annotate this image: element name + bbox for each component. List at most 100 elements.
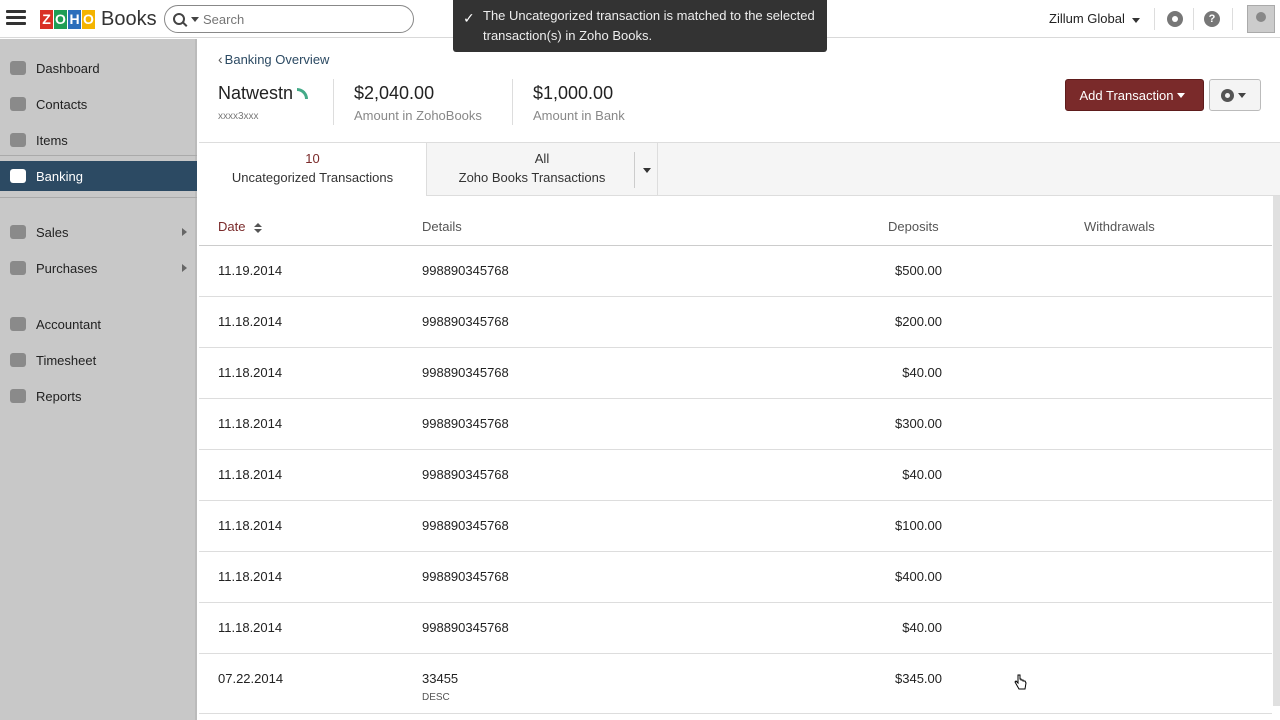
account-name: Natwestn: [218, 83, 309, 104]
amount-in-bank: $1,000.00: [533, 83, 614, 103]
account-number: xxxx3xxx: [218, 111, 259, 122]
organization-switcher[interactable]: Zillum Global: [1049, 11, 1144, 26]
column-header-details: Details: [422, 219, 462, 234]
amount-in-books-label: Amount in ZohoBooks: [354, 108, 482, 123]
amount-in-books: $2,040.00: [354, 83, 435, 103]
sidebar-item-label: Sales: [36, 224, 69, 240]
sidebar-item-accountant[interactable]: Accountant: [0, 309, 197, 339]
table-row[interactable]: 11.19.2014 998890345768 $500.00: [199, 246, 1272, 297]
sidebar-item-timesheet[interactable]: Timesheet: [0, 345, 197, 375]
logo-letter: O: [82, 9, 95, 29]
contacts-icon: [10, 97, 26, 111]
sidebar-item-banking[interactable]: Banking: [0, 161, 197, 191]
column-header-date[interactable]: Date: [218, 219, 263, 234]
table-body: 11.19.2014 998890345768 $500.00 11.18.2014 9…: [199, 246, 1272, 714]
tab-uncategorized[interactable]: 10 Uncategorized Transactions: [199, 143, 427, 196]
vertical-scrollbar[interactable]: [1273, 196, 1280, 706]
organization-name: Zillum Global: [1049, 11, 1125, 26]
cell-deposit: $100.00: [895, 518, 942, 533]
table-row[interactable]: 11.18.2014 998890345768 $40.00: [199, 603, 1272, 654]
header-divider: [512, 79, 513, 125]
logo-letter: H: [68, 9, 81, 29]
items-icon: [10, 133, 26, 147]
table-row[interactable]: 11.18.2014 998890345768 $40.00: [199, 348, 1272, 399]
account-settings-button[interactable]: [1209, 79, 1261, 111]
cell-date: 11.18.2014: [218, 467, 283, 482]
logo-letter: O: [54, 9, 67, 29]
sidebar-item-label: Banking: [36, 168, 83, 184]
cell-date: 11.18.2014: [218, 365, 283, 380]
cell-date: 11.18.2014: [218, 569, 283, 584]
sidebar-item-label: Items: [36, 132, 68, 148]
cell-deposit: $40.00: [902, 467, 942, 482]
table-row[interactable]: 11.18.2014 998890345768 $300.00: [199, 399, 1272, 450]
chevron-down-icon: [642, 167, 651, 173]
table-row[interactable]: 07.22.2014 33455 $345.00 DESC: [199, 654, 1272, 714]
timesheet-icon: [10, 353, 26, 367]
sidebar-item-dashboard[interactable]: Dashboard: [0, 53, 197, 83]
chevron-down-icon: [1177, 92, 1186, 98]
app-logo[interactable]: Z O H O Books: [40, 8, 157, 30]
add-transaction-label: Add Transaction: [1079, 87, 1174, 103]
cell-deposit: $345.00: [895, 671, 942, 686]
search-input[interactable]: [203, 11, 403, 27]
table-row[interactable]: 11.18.2014 998890345768 $400.00: [199, 552, 1272, 603]
table-row[interactable]: 11.18.2014 998890345768 $40.00: [199, 450, 1272, 501]
header-divider: [333, 79, 334, 125]
chevron-right-icon: [182, 228, 187, 236]
add-transaction-button[interactable]: Add Transaction: [1065, 79, 1204, 111]
cell-details: 998890345768: [422, 263, 509, 278]
bank-icon: [10, 169, 26, 183]
column-header-deposits: Deposits: [888, 219, 939, 234]
back-link-label: Banking Overview: [224, 52, 330, 67]
search-box[interactable]: [164, 5, 414, 33]
uncategorized-count: 10: [305, 151, 320, 166]
chevron-right-icon: [182, 264, 187, 272]
toolbar-divider: [1154, 8, 1155, 30]
transaction-tabs: 10 Uncategorized Transactions All Zoho B…: [199, 142, 1280, 196]
chevron-left-icon: ‹: [218, 51, 223, 67]
cell-details: 33455: [422, 671, 459, 686]
sidebar-divider: [0, 197, 197, 198]
reports-icon: [10, 389, 26, 403]
sidebar-item-label: Timesheet: [36, 352, 97, 368]
hamburger-menu-icon[interactable]: [6, 10, 26, 26]
back-to-banking-overview-link[interactable]: ‹ Banking Overview: [218, 51, 329, 67]
cell-details: 998890345768: [422, 620, 509, 635]
purchases-icon: [10, 261, 26, 275]
cell-details: 998890345768: [422, 467, 509, 482]
toolbar-divider: [1193, 8, 1194, 30]
search-icon: [173, 13, 185, 25]
cell-description: DESC: [422, 692, 450, 703]
cell-details: 998890345768: [422, 569, 509, 584]
sales-icon: [10, 225, 26, 239]
sidebar-item-label: Dashboard: [36, 60, 100, 76]
user-avatar[interactable]: [1247, 5, 1275, 33]
tab-zoho-books-transactions[interactable]: All Zoho Books Transactions: [427, 143, 658, 196]
cell-deposit: $200.00: [895, 314, 942, 329]
logo-letter: Z: [40, 9, 53, 29]
hand-cursor-icon: [1013, 674, 1027, 692]
search-filter-caret-icon[interactable]: [191, 16, 199, 22]
sidebar-item-sales[interactable]: Sales: [0, 217, 197, 247]
transaction-filter-dropdown[interactable]: [634, 152, 658, 188]
sidebar-item-items[interactable]: Items: [0, 125, 197, 155]
sidebar-item-contacts[interactable]: Contacts: [0, 89, 197, 119]
column-header-withdrawals: Withdrawals: [1084, 219, 1155, 234]
table-row[interactable]: 11.18.2014 998890345768 $100.00: [199, 501, 1272, 552]
help-icon[interactable]: [1204, 11, 1220, 27]
sidebar-item-purchases[interactable]: Purchases: [0, 253, 197, 283]
main-content: ‹ Banking Overview Natwestn xxxx3xxx $2,0…: [199, 39, 1280, 720]
sidebar-item-reports[interactable]: Reports: [0, 381, 197, 411]
checkmark-icon: ✓: [463, 10, 475, 26]
table-row[interactable]: 11.18.2014 998890345768 $200.00: [199, 297, 1272, 348]
sort-icon: [254, 222, 263, 233]
cell-details: 998890345768: [422, 365, 509, 380]
sidebar: Dashboard Contacts Items Banking Sales P…: [0, 39, 197, 720]
cell-date: 11.18.2014: [218, 518, 283, 533]
sidebar-item-label: Accountant: [36, 316, 102, 332]
amount-in-bank-label: Amount in Bank: [533, 108, 625, 123]
account-name-text: Natwestn: [218, 83, 294, 103]
tab-label: Uncategorized Transactions: [231, 170, 394, 185]
settings-gear-icon[interactable]: [1167, 11, 1183, 27]
